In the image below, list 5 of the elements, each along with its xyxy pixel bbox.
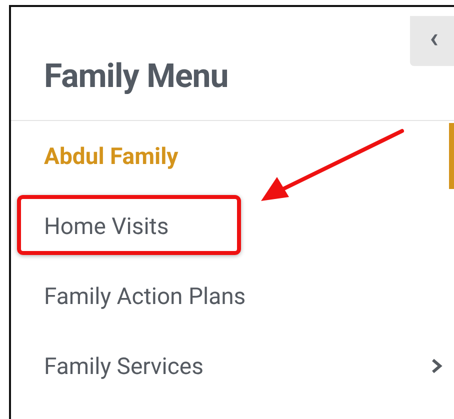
menu-item[interactable]: Family Services — [44, 352, 204, 380]
collapse-button[interactable]: ‹ — [410, 16, 454, 66]
menu-title: Family Menu — [44, 57, 228, 96]
menu-item[interactable]: Family Action Plans — [44, 282, 246, 310]
menu-item[interactable]: Home Visits — [44, 212, 169, 240]
